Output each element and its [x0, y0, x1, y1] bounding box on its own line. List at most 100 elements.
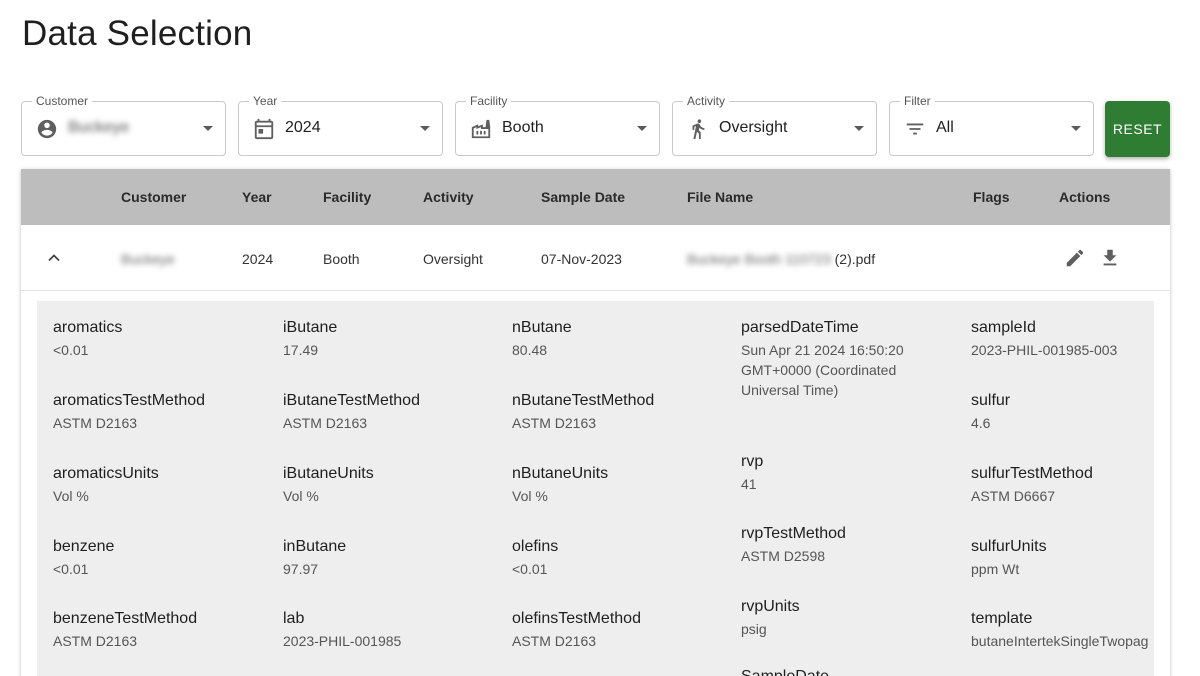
- detail-field-value: <0.01: [512, 561, 548, 577]
- detail-field-value: <0.01: [53, 561, 89, 577]
- detail-field: benzeneTestMethod ASTM D2163: [53, 609, 263, 651]
- detail-field-value: 2023-PHIL-001985-003: [971, 342, 1118, 358]
- facility-select[interactable]: Facility Booth: [455, 93, 660, 156]
- detail-field-value: 2023-PHIL-001985: [283, 633, 402, 649]
- column-header-sample-date[interactable]: Sample Date: [541, 189, 625, 205]
- detail-field: sampleId 2023-PHIL-001985-003: [971, 318, 1154, 360]
- detail-field-name: iButaneTestMethod: [283, 392, 420, 409]
- file-name-suffix: (2).pdf: [830, 251, 876, 267]
- detail-field: rvpUnits psig: [741, 597, 951, 639]
- chevron-down-icon: [203, 126, 213, 131]
- customer-select[interactable]: Customer Buckeye: [21, 93, 226, 156]
- detail-field: iButane 17.49: [283, 318, 493, 360]
- data-table: Customer Year Facility Activity Sample D…: [21, 169, 1170, 676]
- detail-field: sulfurUnits ppm Wt: [971, 537, 1154, 579]
- detail-field-name: rvp: [741, 453, 764, 470]
- detail-field-name: aromaticsUnits: [53, 465, 159, 482]
- detail-field: nButaneUnits Vol %: [512, 464, 722, 506]
- factory-icon: [470, 118, 492, 140]
- chevron-down-icon: [854, 126, 864, 131]
- cell-customer: Buckeye: [121, 251, 175, 267]
- page-title: Data Selection: [22, 14, 253, 53]
- detail-field-value: psig: [741, 621, 767, 637]
- row-details-panel: aromatics <0.01 aromaticsTestMethod ASTM D…: [37, 301, 1154, 676]
- filter-select-label: Filter: [900, 93, 935, 109]
- detail-field-value: ASTM D2163: [512, 415, 597, 431]
- file-name-prefix: Buckeye Booth 110723: [687, 251, 831, 267]
- detail-field-name: SampleDate: [741, 667, 951, 676]
- detail-field-name: nButane: [512, 319, 572, 336]
- detail-field-name: lab: [283, 610, 305, 627]
- detail-field: SampleDate: [741, 667, 951, 676]
- detail-field-name: olefins: [512, 538, 559, 555]
- column-header-file-name[interactable]: File Name: [687, 189, 753, 205]
- activity-select-label: Activity: [683, 93, 730, 109]
- detail-field: template butaneIntertekSingleTwopag: [971, 609, 1154, 651]
- detail-field-value: ASTM D2163: [53, 633, 138, 649]
- detail-field-value: Vol %: [512, 488, 548, 504]
- detail-field-name: sampleId: [971, 319, 1036, 336]
- detail-field-name: sulfur: [971, 392, 1011, 409]
- detail-field-name: aromatics: [53, 319, 123, 336]
- detail-field-value: 97.97: [283, 561, 319, 577]
- cell-sample-date: 07-Nov-2023: [541, 251, 622, 267]
- detail-field: benzene <0.01: [53, 537, 263, 579]
- year-select[interactable]: Year 2024: [238, 93, 443, 156]
- detail-field: rvp 41: [741, 452, 951, 494]
- detail-field: olefinsTestMethod ASTM D2163: [512, 609, 722, 651]
- detail-field-value: ASTM D6667: [971, 488, 1056, 504]
- detail-field-value: Vol %: [53, 488, 89, 504]
- chevron-down-icon: [420, 126, 430, 131]
- filter-select[interactable]: Filter All: [889, 93, 1094, 156]
- detail-field: iButaneUnits Vol %: [283, 464, 493, 506]
- column-header-activity[interactable]: Activity: [423, 189, 474, 205]
- detail-field-value: ASTM D2163: [53, 415, 138, 431]
- detail-field-value: Vol %: [283, 488, 319, 504]
- detail-field: iButaneTestMethod ASTM D2163: [283, 391, 493, 433]
- detail-field-value: ASTM D2163: [283, 415, 368, 431]
- column-header-flags[interactable]: Flags: [973, 189, 1010, 205]
- detail-field-value: 41: [741, 476, 757, 492]
- detail-field: rvpTestMethod ASTM D2598: [741, 524, 951, 566]
- detail-field: aromatics <0.01: [53, 318, 263, 360]
- detail-field-name: rvpUnits: [741, 598, 800, 615]
- customer-select-value: Buckeye: [68, 119, 130, 136]
- customer-select-label: Customer: [32, 93, 93, 109]
- chevron-up-icon[interactable]: [47, 251, 61, 265]
- cell-activity: Oversight: [423, 251, 483, 267]
- column-header-actions: Actions: [1059, 189, 1111, 205]
- detail-field-value: ASTM D2598: [741, 548, 826, 564]
- table-row[interactable]: Buckeye 2024 Booth Oversight 07-Nov-2023…: [21, 225, 1170, 291]
- facility-select-value: Booth: [502, 119, 544, 136]
- column-header-customer[interactable]: Customer: [121, 189, 186, 205]
- detail-field-name: template: [971, 610, 1033, 627]
- detail-field: inButane 97.97: [283, 537, 493, 579]
- detail-field-name: parsedDateTime: [741, 319, 859, 336]
- detail-field-name: sulfurUnits: [971, 538, 1047, 555]
- detail-field-name: benzene: [53, 538, 115, 555]
- detail-field-value: 80.48: [512, 342, 548, 358]
- detail-field-value: ASTM D2163: [512, 633, 597, 649]
- facility-select-label: Facility: [466, 93, 512, 109]
- detail-field: nButaneTestMethod ASTM D2163: [512, 391, 722, 433]
- detail-field-name: benzeneTestMethod: [53, 610, 198, 627]
- column-header-year[interactable]: Year: [242, 189, 272, 205]
- activity-select-value: Oversight: [719, 119, 788, 136]
- detail-field: nButane 80.48: [512, 318, 722, 360]
- detail-field-value: Sun Apr 21 2024 16:50:20 GMT+0000 (Coord…: [741, 342, 904, 398]
- detail-field-value: <0.01: [53, 342, 89, 358]
- walking-person-icon: [687, 118, 709, 140]
- filter-select-value: All: [936, 119, 954, 136]
- cell-file-name: Buckeye Booth 110723 (2).pdf: [687, 251, 875, 267]
- calendar-icon: [253, 118, 275, 140]
- account-circle-icon: [36, 118, 58, 140]
- detail-field: aromaticsUnits Vol %: [53, 464, 263, 506]
- download-icon[interactable]: [1099, 247, 1121, 269]
- activity-select[interactable]: Activity Oversight: [672, 93, 877, 156]
- reset-button[interactable]: RESET: [1105, 101, 1170, 157]
- edit-icon[interactable]: [1064, 247, 1086, 269]
- column-header-facility[interactable]: Facility: [323, 189, 371, 205]
- chevron-down-icon: [637, 126, 647, 131]
- detail-field: aromaticsTestMethod ASTM D2163: [53, 391, 263, 433]
- detail-field-name: nButaneTestMethod: [512, 392, 655, 409]
